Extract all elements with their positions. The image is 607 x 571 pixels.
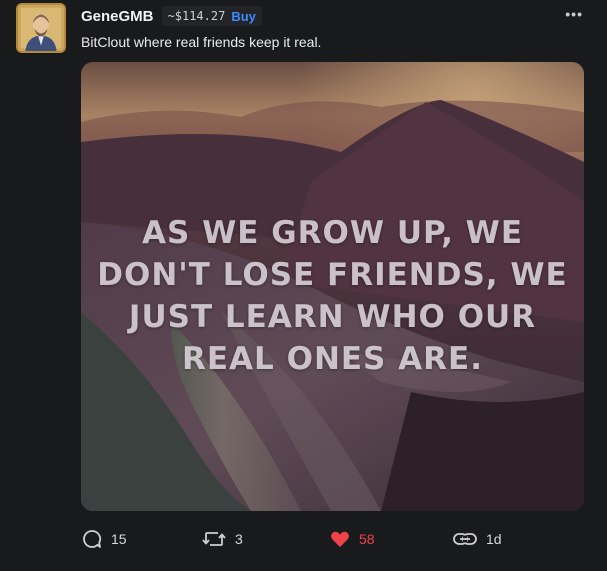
- post-body: BitClout where real friends keep it real…: [81, 34, 322, 50]
- comment-count: 15: [111, 531, 127, 547]
- avatar-portrait-icon: [18, 5, 64, 51]
- post-header: GeneGMB ~$114.27 Buy: [81, 6, 262, 26]
- quote-line: AS WE GROW UP, WE: [141, 215, 524, 251]
- post-image[interactable]: AS WE GROW UP, WE DON'T LOSE FRIENDS, WE…: [81, 62, 584, 511]
- username[interactable]: GeneGMB: [81, 8, 154, 25]
- image-quote-text: AS WE GROW UP, WE DON'T LOSE FRIENDS, WE…: [81, 212, 584, 380]
- repost-icon: [202, 532, 226, 546]
- post-card: GeneGMB ~$114.27 Buy ••• BitClout where …: [0, 0, 607, 571]
- link-icon: [453, 533, 477, 545]
- buy-button[interactable]: Buy: [231, 9, 256, 24]
- coin-price: ~$114.27: [167, 9, 226, 23]
- quote-line: REAL ONES ARE.: [182, 341, 483, 377]
- reclout-count: 3: [235, 531, 243, 547]
- post-actions: 15 3 58 1d: [81, 526, 584, 552]
- post-timestamp: 1d: [486, 531, 502, 547]
- quote-line: JUST LEARN WHO OUR: [128, 299, 537, 335]
- comment-button[interactable]: 15: [81, 526, 127, 552]
- more-options-icon[interactable]: •••: [565, 6, 583, 22]
- reclout-button[interactable]: 3: [201, 526, 243, 552]
- like-button[interactable]: 58: [329, 526, 375, 552]
- avatar[interactable]: [16, 3, 66, 53]
- copy-link-button[interactable]: 1d: [452, 526, 502, 552]
- comment-icon: [83, 530, 102, 548]
- creator-coin-price: ~$114.27 Buy: [161, 6, 262, 26]
- heart-icon: [331, 531, 349, 547]
- quote-line: DON'T LOSE FRIENDS, WE: [97, 257, 568, 293]
- like-count: 58: [359, 531, 375, 547]
